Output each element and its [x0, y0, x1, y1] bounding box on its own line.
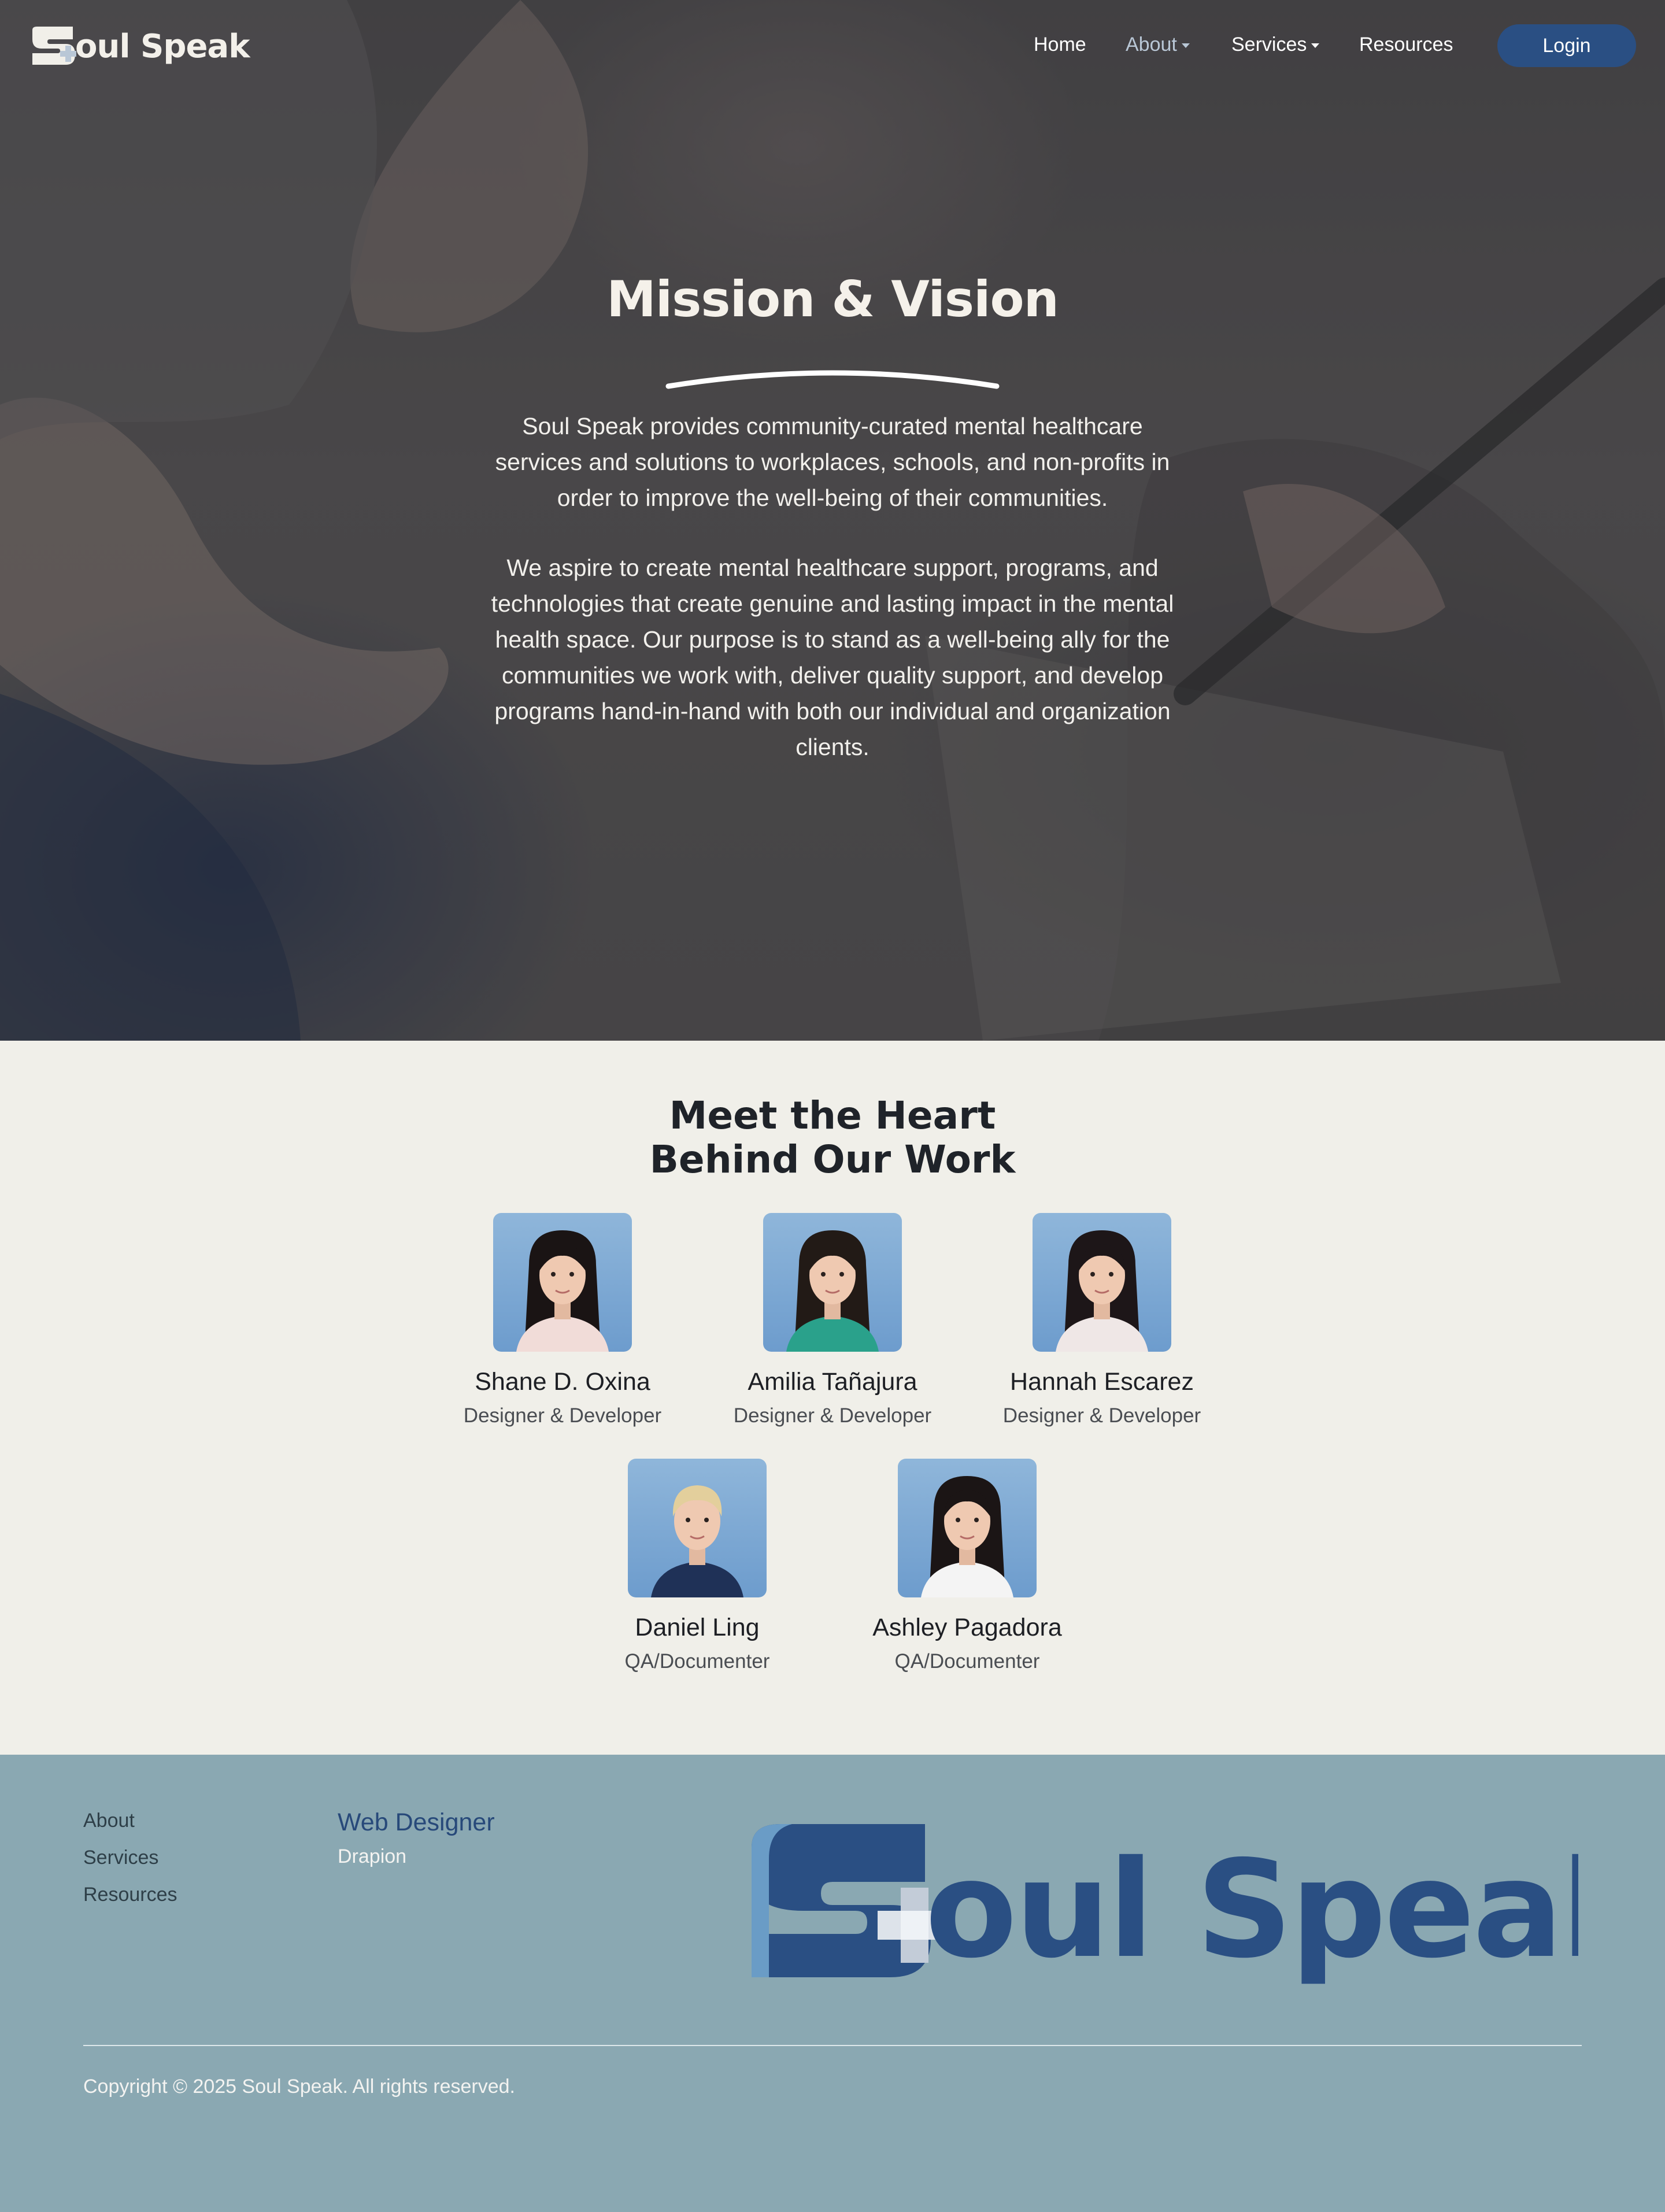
- nav-about[interactable]: About: [1126, 34, 1190, 56]
- soul-speak-logo-icon: [752, 1824, 952, 1977]
- hero-title: Mission & Vision: [606, 271, 1059, 328]
- member-role: Designer & Developer: [733, 1404, 932, 1427]
- team-title-line1: Meet the Heart: [669, 1093, 996, 1138]
- member-photo: [1033, 1213, 1171, 1352]
- eye: [974, 1518, 979, 1522]
- nav-resources-label: Resources: [1359, 34, 1453, 56]
- team-member-card: Hannah Escarez Designer & Developer: [975, 1213, 1229, 1427]
- brand-logo[interactable]: oul Speak: [30, 25, 250, 67]
- footer-link-about[interactable]: About: [83, 1810, 135, 1832]
- member-name: Shane D. Oxina: [475, 1368, 650, 1396]
- nav-home-label: Home: [1034, 34, 1086, 56]
- copyright-text: Copyright © 2025 Soul Speak. All rights …: [83, 2076, 516, 2098]
- member-photo: [763, 1213, 902, 1352]
- eye: [1090, 1272, 1095, 1277]
- credit-company: Drapion: [338, 1845, 407, 1867]
- chevron-down-icon: [1311, 43, 1320, 49]
- team-member-card: Daniel Ling QA/Documenter: [570, 1459, 824, 1673]
- footer-divider: [83, 2045, 1582, 2046]
- team-title: Meet the Heart Behind Our Work: [0, 1094, 1665, 1182]
- member-role: Designer & Developer: [463, 1404, 662, 1427]
- member-photo: [628, 1459, 767, 1597]
- title-underline: [665, 370, 1000, 389]
- footer-logo-text: oul Speak: [925, 1832, 1578, 1988]
- eye: [956, 1518, 960, 1522]
- chevron-down-icon: [1181, 43, 1190, 49]
- member-role: QA/Documenter: [894, 1650, 1040, 1673]
- vision-paragraph: We aspire to create mental healthcare su…: [491, 554, 1174, 760]
- team-section: Meet the Heart Behind Our Work Shane D. …: [0, 1041, 1665, 1755]
- soul-speak-logo-icon: [32, 27, 76, 65]
- mission-paragraph: Soul Speak provides community-curated me…: [495, 413, 1170, 511]
- member-role: Designer & Developer: [1002, 1404, 1201, 1427]
- eye: [551, 1272, 556, 1277]
- hero-overlay: [0, 0, 1665, 1041]
- hero-section: oul Speak Home About Services Resources …: [0, 0, 1665, 1041]
- footer-link-services[interactable]: Services: [83, 1847, 158, 1869]
- member-role: QA/Documenter: [624, 1650, 770, 1673]
- nav-resources[interactable]: Resources: [1359, 34, 1453, 56]
- team-member-card: Ashley Pagadora QA/Documenter: [840, 1459, 1094, 1673]
- eye: [1109, 1272, 1113, 1277]
- eye: [569, 1272, 574, 1277]
- nav-home[interactable]: Home: [1034, 34, 1086, 56]
- member-photo: [898, 1459, 1037, 1597]
- eye: [821, 1272, 826, 1277]
- eye: [686, 1518, 690, 1522]
- brand-name: oul Speak: [75, 27, 250, 65]
- footer-logo: oul Speak: [752, 1824, 1578, 1988]
- nav-services[interactable]: Services: [1231, 34, 1320, 56]
- nav-about-label: About: [1126, 34, 1177, 56]
- member-name: Hannah Escarez: [1010, 1368, 1194, 1396]
- login-button[interactable]: Login: [1497, 24, 1636, 67]
- eye: [704, 1518, 709, 1522]
- nav-services-label: Services: [1231, 34, 1307, 56]
- shirt: [651, 1562, 743, 1597]
- team-title-line2: Behind Our Work: [649, 1137, 1016, 1182]
- member-name: Daniel Ling: [635, 1614, 760, 1641]
- footer-link-resources[interactable]: Resources: [83, 1884, 177, 1906]
- team-member-card: Shane D. Oxina Designer & Developer: [435, 1213, 690, 1427]
- team-member-card: Amilia Tañajura Designer & Developer: [705, 1213, 960, 1427]
- member-name: Ashley Pagadora: [872, 1614, 1062, 1641]
- site-footer: About Services Resources Web Designer Dr…: [0, 1755, 1665, 2212]
- member-name: Amilia Tañajura: [748, 1368, 917, 1396]
- member-photo: [493, 1213, 632, 1352]
- top-navbar: oul Speak Home About Services Resources …: [0, 0, 1665, 93]
- credit-role: Web Designer: [338, 1808, 495, 1836]
- eye: [839, 1272, 844, 1277]
